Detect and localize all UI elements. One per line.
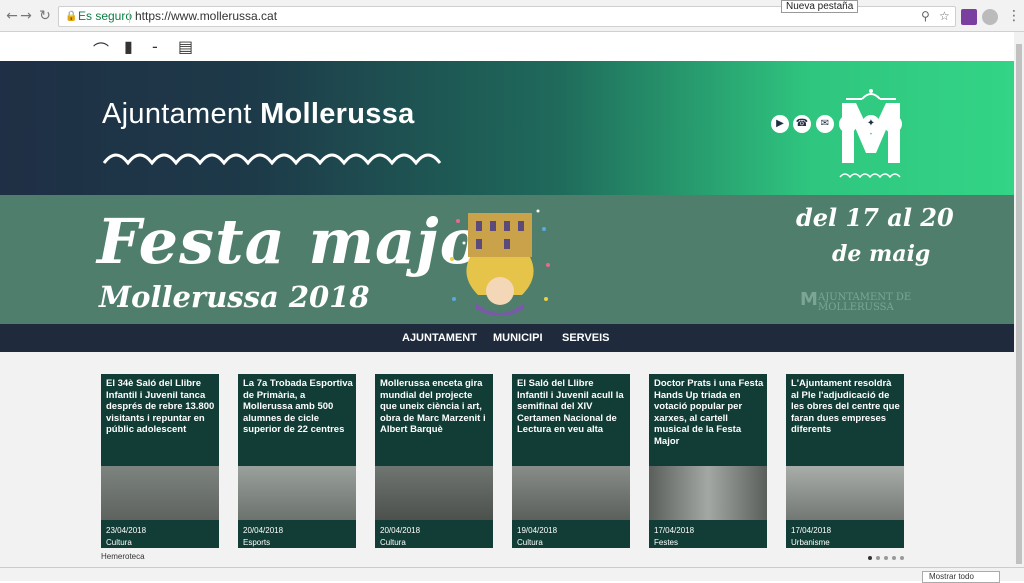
news-card-title[interactable]: Mollerussa enceta gira mundial del proje…	[380, 378, 490, 436]
news-card-category[interactable]: Esports	[243, 538, 270, 547]
news-card-date: 19/04/2018	[517, 526, 558, 535]
carousel-dot[interactable]	[892, 556, 896, 560]
new-tab-tooltip: Nueva pestaña	[781, 0, 859, 13]
news-card-date: 20/04/2018	[380, 526, 421, 535]
download-bar: Mostrar todo	[0, 567, 1024, 583]
phone-icon[interactable]: ☎	[793, 115, 811, 133]
show-all-downloads-button[interactable]: Mostrar todo	[922, 571, 1000, 583]
nav-ajuntament[interactable]: AJUNTAMENT	[402, 332, 477, 344]
news-card-category[interactable]: Urbanisme	[791, 538, 830, 547]
contrast-icon[interactable]: ⌒	[93, 37, 109, 61]
carousel-dot[interactable]	[868, 556, 872, 560]
news-card-date: 17/04/2018	[654, 526, 695, 535]
url-text[interactable]: https://www.mollerussa.cat	[135, 7, 277, 26]
nav-municipi[interactable]: MUNICIPI	[493, 332, 543, 344]
banner-subtitle: Mollerussa 2018	[99, 280, 370, 314]
banner-logo-letter: M	[800, 289, 818, 310]
news-card-image[interactable]	[238, 466, 356, 520]
news-card[interactable]: Doctor Prats i una Festa Hands Up triada…	[649, 374, 767, 548]
secure-label[interactable]: Es seguro	[78, 7, 132, 26]
news-card-title[interactable]: El Saló del Llibre Infantil i Juvenil ac…	[517, 378, 627, 436]
font-icon[interactable]: ▤	[178, 37, 193, 56]
carousel-dot[interactable]	[884, 556, 888, 560]
cloud-extension-icon[interactable]	[982, 9, 998, 25]
banner-dates: del 17 al 20	[796, 203, 954, 232]
site-title-bold: Mollerussa	[260, 98, 415, 130]
news-card-title[interactable]: La 7a Trobada Esportiva de Primària, a M…	[243, 378, 353, 436]
news-card-category[interactable]: Festes	[654, 538, 678, 547]
scallop-decoration	[102, 153, 442, 165]
site-header: Ajuntament Mollerussa ▶ ☎ ✉ f ✦ ◉	[0, 61, 1014, 195]
festa-major-illustration	[450, 209, 550, 316]
site-title-light: Ajuntament	[102, 98, 261, 130]
menu-icon[interactable]: ⋮	[1007, 8, 1021, 24]
news-card-image[interactable]	[101, 466, 219, 520]
news-card-image[interactable]	[512, 466, 630, 520]
news-card-image[interactable]	[786, 466, 904, 520]
news-card-image[interactable]	[649, 466, 767, 520]
news-card-image[interactable]	[375, 466, 493, 520]
news-card-date: 20/04/2018	[243, 526, 284, 535]
carousel-dot[interactable]	[900, 556, 904, 560]
main-navigation: AJUNTAMENT MUNICIPI SERVEIS	[0, 324, 1014, 352]
news-card[interactable]: Mollerussa enceta gira mundial del proje…	[375, 374, 493, 548]
news-card-title[interactable]: El 34è Saló del Llibre Infantil i Juveni…	[106, 378, 216, 436]
minus-icon[interactable]: -	[152, 37, 158, 56]
star-icon[interactable]: ☆	[939, 7, 950, 26]
carousel-dot[interactable]	[876, 556, 880, 560]
reload-icon[interactable]: ↻	[37, 8, 53, 24]
text-size-icon[interactable]: ▮	[124, 37, 133, 56]
news-card[interactable]: El Saló del Llibre Infantil i Juvenil ac…	[512, 374, 630, 548]
accessibility-bar: ⌒ ▮ - ▤	[0, 32, 1024, 61]
news-card-category[interactable]: Cultura	[517, 538, 543, 547]
news-card-category[interactable]: Cultura	[106, 538, 132, 547]
news-card[interactable]: El 34è Saló del Llibre Infantil i Juveni…	[101, 374, 219, 548]
news-card-date: 23/04/2018	[106, 526, 147, 535]
lock-icon[interactable]: 🔒	[65, 7, 77, 26]
scrollbar-thumb[interactable]	[1016, 44, 1022, 564]
nav-serveis[interactable]: SERVEIS	[562, 332, 610, 344]
news-card-title[interactable]: L'Ajuntament resoldrà al Ple l'adjudicac…	[791, 378, 901, 436]
omnibox-separator	[129, 10, 130, 23]
page-scrollbar[interactable]	[1014, 32, 1024, 567]
news-card-title[interactable]: Doctor Prats i una Festa Hands Up triada…	[654, 378, 764, 447]
news-card[interactable]: La 7a Trobada Esportiva de Primària, a M…	[238, 374, 356, 548]
forward-icon[interactable]: →	[18, 8, 34, 24]
hemeroteca-link[interactable]: Hemeroteca	[101, 552, 145, 561]
youtube-icon[interactable]: ▶	[771, 115, 789, 133]
news-card-date: 17/04/2018	[791, 526, 832, 535]
site-title[interactable]: Ajuntament Mollerussa	[102, 98, 415, 131]
news-card-category[interactable]: Cultura	[380, 538, 406, 547]
search-icon[interactable]: ⚲	[921, 7, 930, 26]
banner-month: de maig	[832, 241, 931, 267]
news-section: El 34è Saló del Llibre Infantil i Juveni…	[0, 352, 1014, 567]
festa-major-banner[interactable]: Festa major Mollerussa 2018 del 17 al 20…	[0, 195, 1014, 324]
banner-logo-text: AJUNTAMENT DE MOLLERUSSA	[818, 292, 912, 313]
email-icon[interactable]: ✉	[816, 115, 834, 133]
mollerussa-logo[interactable]	[838, 89, 904, 181]
extension-icon[interactable]	[961, 9, 977, 25]
news-card[interactable]: L'Ajuntament resoldrà al Ple l'adjudicac…	[786, 374, 904, 548]
browser-toolbar: ← → ↻ 🔒 Es seguro https://www.mollerussa…	[0, 0, 1024, 32]
